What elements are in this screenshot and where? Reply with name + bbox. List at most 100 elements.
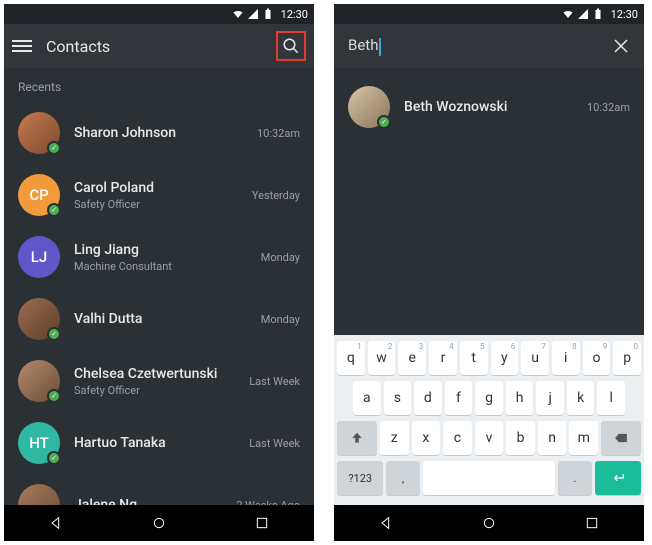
key-g[interactable]: g: [475, 381, 503, 415]
menu-button[interactable]: [12, 37, 32, 55]
key-r[interactable]: r4: [429, 341, 457, 375]
search-bar: Beth: [334, 24, 644, 68]
avatar: [18, 484, 60, 505]
section-recents: Recents: [4, 68, 314, 102]
avatar: [348, 86, 390, 128]
key-d[interactable]: d: [414, 381, 442, 415]
key-,[interactable]: ,: [386, 461, 419, 495]
key-x[interactable]: x: [412, 421, 441, 455]
contact-name: Hartuo Tanaka: [74, 435, 235, 451]
key-p[interactable]: p0: [613, 341, 641, 375]
recents-icon[interactable]: [254, 515, 270, 531]
app-bar: Contacts: [4, 24, 314, 68]
key-v[interactable]: v: [475, 421, 504, 455]
key-z[interactable]: z: [380, 421, 409, 455]
signal-icon: [577, 8, 589, 20]
key-n[interactable]: n: [538, 421, 567, 455]
text-cursor: [379, 38, 381, 56]
device-search: 12:30 Beth Beth Woznowski10:32am q1w2e3r…: [334, 4, 644, 541]
key-b[interactable]: b: [506, 421, 535, 455]
contact-name: Chelsea Czetwertunski: [74, 366, 235, 382]
contact-row[interactable]: Jalene Ng2 Weeks Ago: [4, 474, 314, 505]
status-bar: 12:30: [4, 4, 314, 24]
recents-icon[interactable]: [584, 515, 600, 531]
presence-badge: [47, 203, 61, 217]
home-icon[interactable]: [481, 515, 497, 531]
wifi-icon: [232, 8, 244, 20]
enter-icon: [610, 470, 626, 486]
home-icon[interactable]: [151, 515, 167, 531]
clear-search-button[interactable]: [606, 31, 636, 61]
search-input[interactable]: Beth: [342, 36, 606, 55]
search-query-text: Beth: [348, 36, 378, 54]
soft-keyboard: q1w2e3r4t5y6u7i8o9p0 asdfghjkl zxcvbnm ?…: [334, 335, 644, 505]
back-icon[interactable]: [378, 515, 394, 531]
back-icon[interactable]: [48, 515, 64, 531]
page-title: Contacts: [46, 37, 262, 56]
key-space[interactable]: [423, 461, 556, 495]
key-.[interactable]: .: [558, 461, 591, 495]
signal-icon: [247, 8, 259, 20]
key-i[interactable]: i8: [552, 341, 580, 375]
battery-icon: [592, 8, 604, 20]
contact-time: Yesterday: [252, 189, 300, 202]
key-fn back[interactable]: [601, 421, 641, 455]
contact-time: 10:32am: [587, 101, 630, 114]
avatar: CP: [18, 174, 60, 216]
key-j[interactable]: j: [536, 381, 564, 415]
contact-subtitle: Safety Officer: [74, 384, 235, 397]
battery-icon: [262, 8, 274, 20]
presence-badge: [47, 451, 61, 465]
key-c[interactable]: c: [443, 421, 472, 455]
key-f[interactable]: f: [445, 381, 473, 415]
key-s[interactable]: s: [384, 381, 412, 415]
contact-row[interactable]: CPCarol PolandSafety OfficerYesterday: [4, 164, 314, 226]
android-nav-bar: [4, 505, 314, 541]
key-?123[interactable]: ?123: [337, 461, 383, 495]
contacts-list[interactable]: Recents Sharon Johnson10:32amCPCarol Pol…: [4, 68, 314, 505]
key-a[interactable]: a: [353, 381, 381, 415]
wifi-icon: [562, 8, 574, 20]
contact-row[interactable]: Valhi DuttaMonday: [4, 288, 314, 350]
contact-subtitle: Machine Consultant: [74, 260, 247, 273]
key-q[interactable]: q1: [337, 341, 365, 375]
search-button[interactable]: [276, 31, 306, 61]
contact-time: Monday: [261, 251, 300, 264]
presence-badge: [47, 389, 61, 403]
key-fn shift[interactable]: [337, 421, 377, 455]
presence-badge: [377, 115, 391, 129]
key-t[interactable]: t5: [460, 341, 488, 375]
avatar: [18, 112, 60, 154]
contact-row[interactable]: Sharon Johnson10:32am: [4, 102, 314, 164]
presence-badge: [47, 141, 61, 155]
device-contacts: 12:30 Contacts Recents Sharon Johnson10:…: [4, 4, 314, 541]
key-o[interactable]: o9: [583, 341, 611, 375]
contact-name: Sharon Johnson: [74, 125, 243, 141]
shift-icon: [350, 431, 364, 445]
key-enter[interactable]: [595, 461, 641, 495]
key-h[interactable]: h: [506, 381, 534, 415]
key-k[interactable]: k: [567, 381, 595, 415]
presence-badge: [47, 327, 61, 341]
contact-row[interactable]: Chelsea Czetwertunski Safety Officer Last …: [4, 350, 314, 412]
contact-time: Last Week: [249, 375, 300, 388]
contact-name: Beth Woznowski: [404, 99, 573, 115]
contact-subtitle: Safety Officer: [74, 198, 238, 211]
key-e[interactable]: e3: [398, 341, 426, 375]
avatar: [18, 360, 60, 402]
avatar: LJ: [18, 236, 60, 278]
contact-name: Jalene Ng: [74, 497, 222, 505]
contact-row[interactable]: HT Hartuo Tanaka Last Week: [4, 412, 314, 474]
key-u[interactable]: u7: [521, 341, 549, 375]
avatar: [18, 298, 60, 340]
contact-time: Monday: [261, 313, 300, 326]
avatar: HT: [18, 422, 60, 464]
key-l[interactable]: l: [597, 381, 625, 415]
key-m[interactable]: m: [569, 421, 598, 455]
contact-row[interactable]: LJLing JiangMachine ConsultantMonday: [4, 226, 314, 288]
search-results[interactable]: Beth Woznowski 10:32am: [334, 68, 644, 335]
key-w[interactable]: w2: [368, 341, 396, 375]
contact-row[interactable]: Beth Woznowski 10:32am: [334, 76, 644, 138]
contact-time: Last Week: [249, 437, 300, 450]
key-y[interactable]: y6: [491, 341, 519, 375]
